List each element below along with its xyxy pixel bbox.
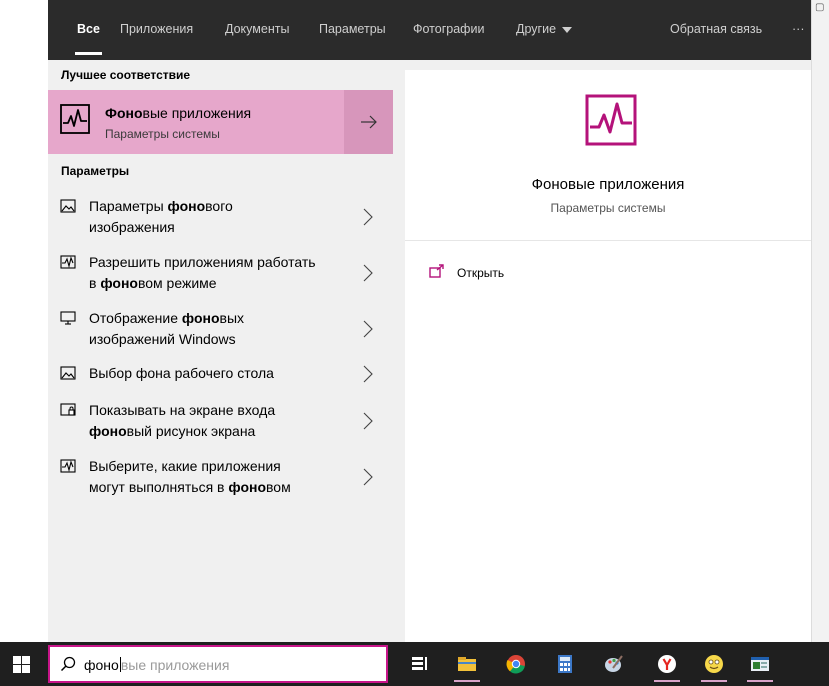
picture-icon — [60, 199, 76, 213]
chevron-right-icon — [363, 365, 373, 383]
tab-photos[interactable]: Фотографии — [413, 22, 484, 36]
background-apps-icon — [60, 104, 90, 134]
yandex-icon — [658, 655, 676, 673]
window-app-button[interactable] — [744, 646, 776, 682]
search-query: фоно вые приложения — [84, 657, 230, 673]
chevron-right-icon — [363, 208, 373, 226]
chevron-right-icon — [363, 264, 373, 282]
chrome-icon — [506, 655, 525, 674]
running-indicator — [454, 680, 480, 682]
settings-result-line: в фоновом режиме — [89, 275, 217, 291]
tab-apps[interactable]: Приложения — [120, 22, 193, 36]
running-indicator — [701, 680, 727, 682]
calculator-icon — [558, 655, 572, 673]
arrow-right-icon — [361, 115, 377, 129]
task-view-icon — [412, 657, 427, 670]
picture-icon — [60, 366, 76, 380]
settings-result-line: Разрешить приложениям работать — [89, 254, 316, 270]
dropdown-arrow-icon — [562, 26, 573, 33]
settings-result-label: Разрешить приложениям работать в фоновом … — [89, 252, 344, 294]
feedback-link[interactable]: Обратная связь — [670, 22, 762, 36]
emoji-app-button[interactable] — [698, 646, 730, 682]
tab-documents[interactable]: Документы — [225, 22, 289, 36]
settings-result-line: Выбор фона рабочего стола — [89, 365, 274, 381]
window-edge-mark: ▢ — [815, 2, 825, 13]
best-match-result: Фоновые приложения Параметры системы — [48, 90, 393, 154]
search-panel: Все Приложения Документы Параметры Фотог… — [48, 0, 811, 642]
settings-result-line: изображений Windows — [89, 331, 236, 347]
taskbar-search-input[interactable]: фоно вые приложения — [48, 645, 388, 683]
settings-result-line: Параметры фонового — [89, 198, 233, 214]
desktop-area — [0, 0, 48, 642]
background-apps-icon — [585, 94, 637, 146]
paint-button[interactable] — [598, 646, 630, 682]
smiley-icon — [705, 655, 723, 673]
background-apps-icon — [60, 459, 76, 473]
settings-result-line: Отображение фоновых — [89, 310, 245, 326]
chrome-button[interactable] — [500, 646, 532, 682]
chevron-right-icon — [363, 412, 373, 430]
best-match-heading: Лучшее соответствие — [61, 68, 191, 82]
folder-icon — [458, 657, 476, 671]
search-tabs-bar: Все Приложения Документы Параметры Фотог… — [48, 0, 811, 60]
chevron-right-icon — [363, 468, 373, 486]
more-options-button[interactable]: ··· — [792, 22, 805, 36]
windows-start-icon[interactable] — [13, 656, 30, 673]
settings-result-label: Выбор фона рабочего стола — [89, 363, 344, 384]
settings-result-label: Отображение фоновых изображений Windows — [89, 308, 344, 350]
settings-heading: Параметры — [61, 164, 130, 178]
settings-result-label: Параметры фонового изображения — [89, 196, 344, 238]
task-view-button[interactable] — [404, 646, 436, 682]
tab-other-label: Другие — [516, 22, 557, 36]
preview-title: Фоновые приложения — [531, 176, 685, 193]
settings-result-line: изображения — [89, 219, 175, 235]
best-match-subtitle: Параметры системы — [105, 127, 220, 141]
background-apps-icon — [60, 255, 76, 269]
best-match-open[interactable]: Фоновые приложения Параметры системы — [48, 90, 343, 154]
preview-subtitle: Параметры системы — [550, 201, 666, 215]
settings-result-line: Выберите, какие приложения — [89, 458, 281, 474]
best-match-title: Фоновые приложения — [105, 105, 252, 121]
running-indicator — [654, 680, 680, 682]
background-window-edge: ▢ — [811, 0, 829, 642]
settings-result-label: Выберите, какие приложения могут выполнят… — [89, 456, 344, 498]
open-label: Открыть — [457, 266, 505, 280]
monitor-icon — [60, 311, 76, 325]
yandex-browser-button[interactable] — [651, 646, 683, 682]
calculator-button[interactable] — [549, 646, 581, 682]
settings-result-label: Показывать на экране входа фоновый рисуно… — [89, 400, 344, 442]
tab-other[interactable]: Другие — [516, 22, 573, 36]
settings-result-line: Показывать на экране входа — [89, 402, 276, 418]
tab-all[interactable]: Все — [75, 22, 102, 55]
open-icon — [429, 264, 444, 278]
paint-icon — [605, 655, 623, 672]
tab-settings[interactable]: Параметры — [319, 22, 386, 36]
window-app-icon — [751, 657, 769, 671]
chevron-right-icon — [363, 320, 373, 338]
lock-screen-icon — [60, 403, 76, 416]
open-action[interactable]: Открыть — [429, 262, 579, 284]
preview-divider — [405, 240, 811, 241]
running-indicator — [747, 680, 773, 682]
search-icon — [60, 656, 76, 672]
settings-result-line: фоновый рисунок экрана — [89, 423, 256, 439]
results-list: Лучшее соответствие Фоновые приложения П… — [48, 60, 393, 642]
file-explorer-button[interactable] — [451, 646, 483, 682]
preview-pane: Фоновые приложения Параметры системы Отк… — [405, 70, 811, 642]
best-match-expand-button[interactable] — [344, 90, 393, 154]
settings-result-line: могут выполняться в фоновом — [89, 479, 291, 495]
